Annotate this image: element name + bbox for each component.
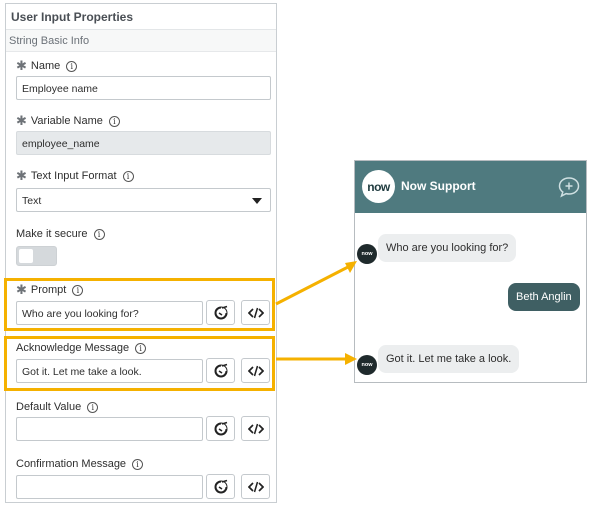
default-value-label-text: Default Value xyxy=(16,401,82,413)
panel-title: User Input Properties xyxy=(6,4,276,30)
acknowledge-message-label-text: Acknowledge Message xyxy=(16,342,130,354)
user-input-properties-panel: User Input Properties String Basic Info … xyxy=(5,3,277,503)
bot-avatar: now xyxy=(357,244,377,264)
make-it-secure-label-text: Make it secure xyxy=(16,228,88,240)
make-it-secure-toggle[interactable] xyxy=(16,246,57,266)
name-label: ✱ Name i xyxy=(16,58,78,73)
info-icon[interactable]: i xyxy=(108,115,120,127)
chat-header: now Now Support xyxy=(355,161,586,213)
prompt-input[interactable]: Who are you looking for? xyxy=(16,301,203,325)
default-value-input[interactable] xyxy=(16,417,203,441)
bot-avatar: now xyxy=(357,355,377,375)
script-code-icon xyxy=(247,365,264,376)
data-pill-picker-icon xyxy=(214,479,227,493)
prompt-label: ✱ Prompt i xyxy=(16,282,84,297)
default-value-label: Default Value i xyxy=(16,401,99,413)
script-code-icon xyxy=(247,481,264,492)
required-icon: ✱ xyxy=(16,113,27,128)
required-icon: ✱ xyxy=(16,282,27,297)
info-icon[interactable]: i xyxy=(135,342,147,354)
text-input-format-label: ✱ Text Input Format i xyxy=(16,168,134,183)
new-chat-button[interactable] xyxy=(557,176,581,203)
data-pill-picker-icon xyxy=(214,363,227,377)
prompt-label-text: Prompt xyxy=(30,284,67,296)
script-button[interactable] xyxy=(241,416,270,441)
info-icon[interactable]: i xyxy=(72,284,84,296)
text-input-format-select[interactable]: Text xyxy=(16,188,271,212)
name-input[interactable]: Employee name xyxy=(16,76,271,100)
script-code-icon xyxy=(247,307,264,318)
chat-logo: now xyxy=(362,170,395,203)
info-icon[interactable]: i xyxy=(132,458,144,470)
data-pill-picker-icon xyxy=(214,421,227,435)
data-pill-picker-button[interactable] xyxy=(206,300,235,325)
variable-name-input[interactable]: employee_name xyxy=(16,131,271,155)
data-pill-picker-button[interactable] xyxy=(206,416,235,441)
confirmation-message-input[interactable] xyxy=(16,475,203,499)
make-it-secure-label: Make it secure i xyxy=(16,228,105,240)
script-button[interactable] xyxy=(241,474,270,499)
info-icon[interactable]: i xyxy=(87,401,99,413)
script-code-icon xyxy=(247,423,264,434)
user-message: Beth Anglin xyxy=(508,283,580,311)
data-pill-picker-button[interactable] xyxy=(206,358,235,383)
toggle-knob xyxy=(19,249,33,263)
chevron-down-icon xyxy=(252,198,262,204)
script-button[interactable] xyxy=(241,300,270,325)
script-button[interactable] xyxy=(241,358,270,383)
variable-name-label: ✱ Variable Name i xyxy=(16,113,120,128)
variable-name-label-text: Variable Name xyxy=(30,115,103,127)
data-pill-picker-button[interactable] xyxy=(206,474,235,499)
required-icon: ✱ xyxy=(16,58,27,73)
required-icon: ✱ xyxy=(16,168,27,183)
bot-message: Who are you looking for? xyxy=(378,234,517,262)
section-header: String Basic Info xyxy=(6,30,276,52)
text-input-format-value: Text xyxy=(22,195,42,207)
chat-window: now Now Support now Who are you looking … xyxy=(354,160,587,383)
info-icon[interactable]: i xyxy=(66,60,78,72)
acknowledge-message-input[interactable]: Got it. Let me take a look. xyxy=(16,359,203,383)
text-input-format-label-text: Text Input Format xyxy=(30,170,117,182)
name-label-text: Name xyxy=(30,60,61,72)
prompt-arrow xyxy=(275,265,349,306)
new-chat-icon xyxy=(558,177,580,198)
bot-message: Got it. Let me take a look. xyxy=(378,345,520,373)
info-icon[interactable]: i xyxy=(93,228,105,240)
acknowledge-message-label: Acknowledge Message i xyxy=(16,342,147,354)
data-pill-picker-icon xyxy=(214,305,227,319)
info-icon[interactable]: i xyxy=(122,170,134,182)
chat-title: Now Support xyxy=(401,179,476,193)
confirmation-message-label-text: Confirmation Message xyxy=(16,458,127,470)
confirmation-message-label: Confirmation Message i xyxy=(16,458,144,470)
